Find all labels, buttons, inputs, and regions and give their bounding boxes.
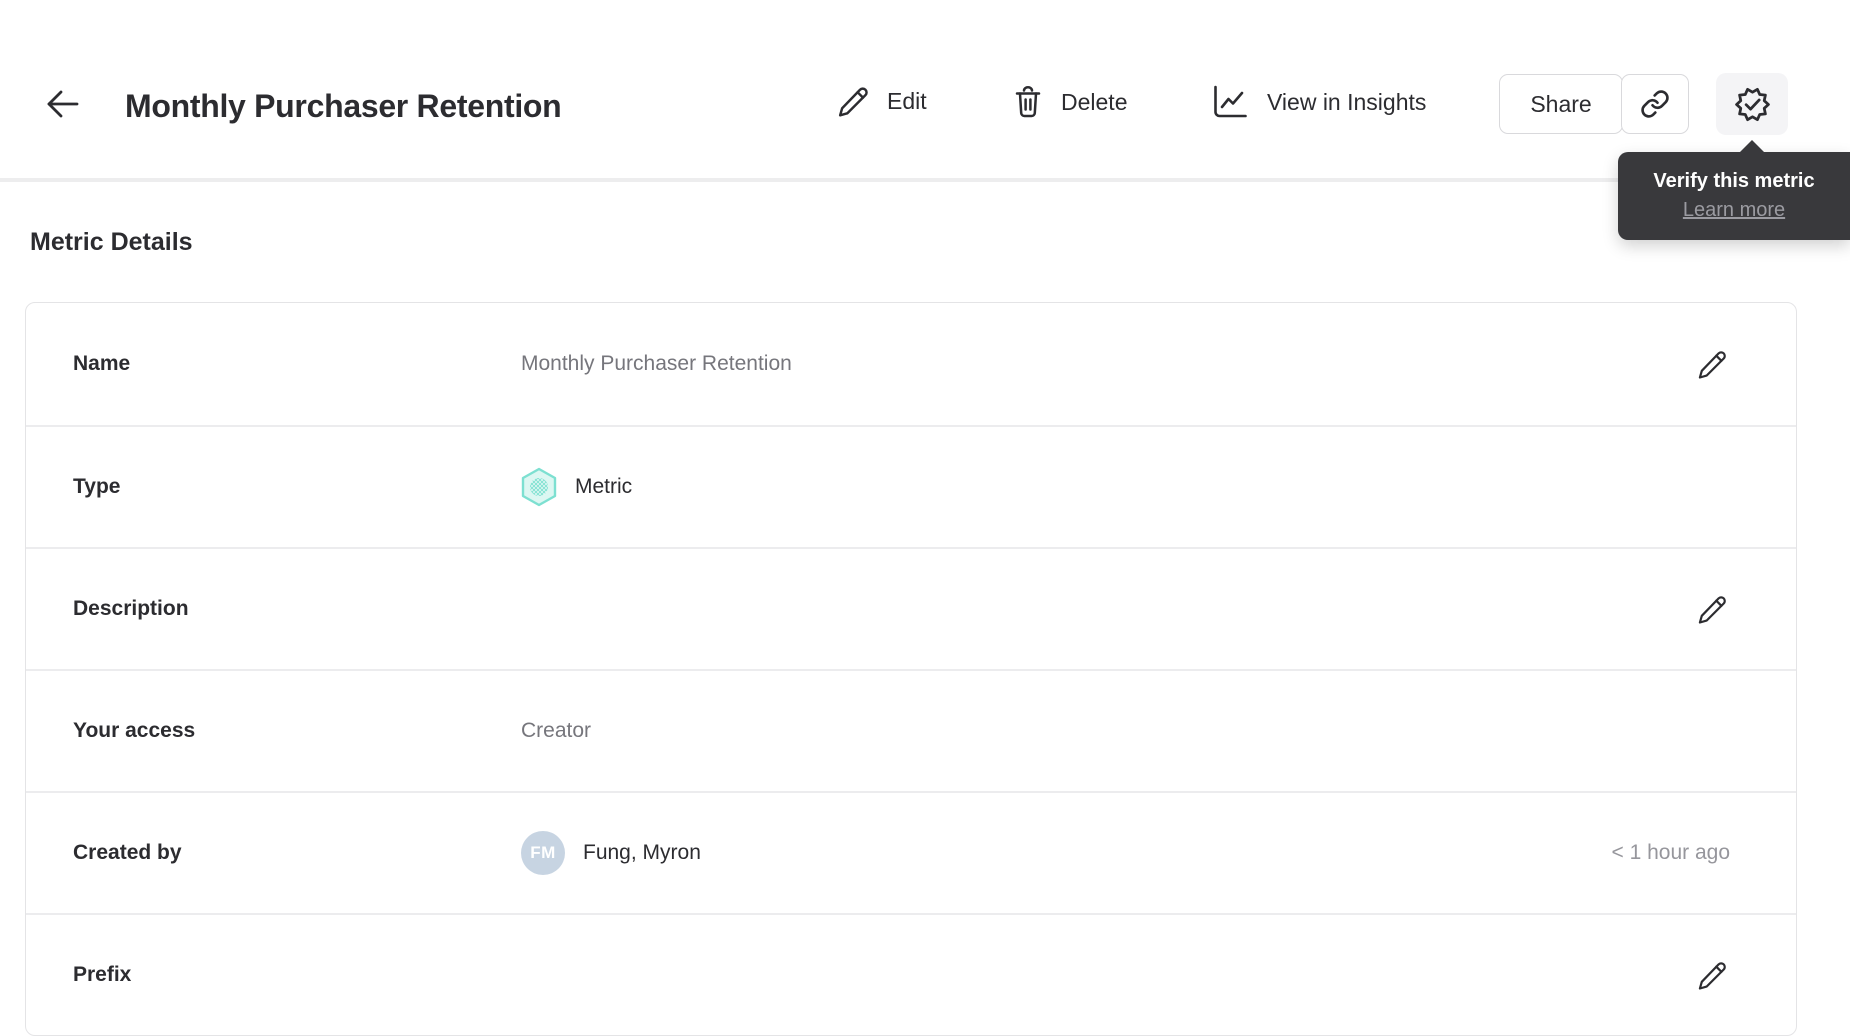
page-header: Monthly Purchaser Retention Edit Delete [0, 0, 1850, 182]
page-title: Monthly Purchaser Retention [125, 88, 562, 125]
pencil-icon [1696, 593, 1728, 625]
your-access-value: Creator [521, 719, 592, 742]
link-icon [1640, 89, 1670, 119]
detail-row-name: Name Monthly Purchaser Retention [26, 303, 1796, 425]
copy-link-button[interactable] [1621, 74, 1689, 134]
view-in-insights-label: View in Insights [1267, 88, 1427, 115]
detail-row-description: Description [26, 547, 1796, 669]
verify-metric-button[interactable] [1716, 73, 1788, 135]
back-button[interactable] [42, 86, 84, 122]
detail-row-created-by: Created by FM Fung, Myron < 1 hour ago [26, 791, 1796, 913]
share-button[interactable]: Share [1499, 74, 1623, 134]
detail-row-prefix: Prefix [26, 913, 1796, 1035]
metric-hexagon-icon [521, 467, 557, 507]
description-label: Description [73, 597, 189, 620]
verify-metric-tooltip: Verify this metric Learn more [1618, 140, 1850, 240]
delete-label: Delete [1061, 88, 1128, 115]
metric-details-card: Name Monthly Purchaser Retention Type Me… [25, 302, 1797, 1036]
edit-button[interactable]: Edit [836, 84, 927, 118]
pencil-icon [1696, 959, 1728, 991]
type-value: Metric [575, 475, 633, 498]
learn-more-link[interactable]: Learn more [1683, 199, 1785, 222]
edit-prefix-button[interactable] [1694, 957, 1730, 993]
type-label: Type [73, 475, 121, 498]
tooltip-arrow [1739, 140, 1765, 153]
view-in-insights-button[interactable]: View in Insights [1210, 84, 1426, 120]
edit-label: Edit [887, 87, 927, 114]
metric-details-heading: Metric Details [30, 228, 193, 256]
name-label: Name [73, 352, 131, 375]
pencil-icon [836, 84, 870, 118]
edit-description-button[interactable] [1694, 591, 1730, 627]
edit-name-button[interactable] [1694, 346, 1730, 382]
avatar: FM [521, 831, 565, 875]
verified-badge-icon [1734, 86, 1771, 123]
share-label: Share [1530, 90, 1592, 117]
prefix-label: Prefix [73, 963, 132, 986]
detail-row-type: Type Metric [26, 425, 1796, 547]
arrow-left-icon [46, 90, 80, 118]
created-by-label: Created by [73, 841, 182, 864]
line-chart-icon [1210, 84, 1250, 120]
delete-button[interactable]: Delete [1012, 84, 1127, 120]
name-value: Monthly Purchaser Retention [521, 352, 792, 375]
detail-row-your-access: Your access Creator [26, 669, 1796, 791]
trash-icon [1012, 84, 1044, 120]
created-timestamp: < 1 hour ago [1611, 841, 1730, 864]
pencil-icon [1696, 348, 1728, 380]
your-access-label: Your access [73, 719, 196, 742]
created-by-value: Fung, Myron [583, 841, 701, 864]
tooltip-title: Verify this metric [1653, 170, 1815, 192]
